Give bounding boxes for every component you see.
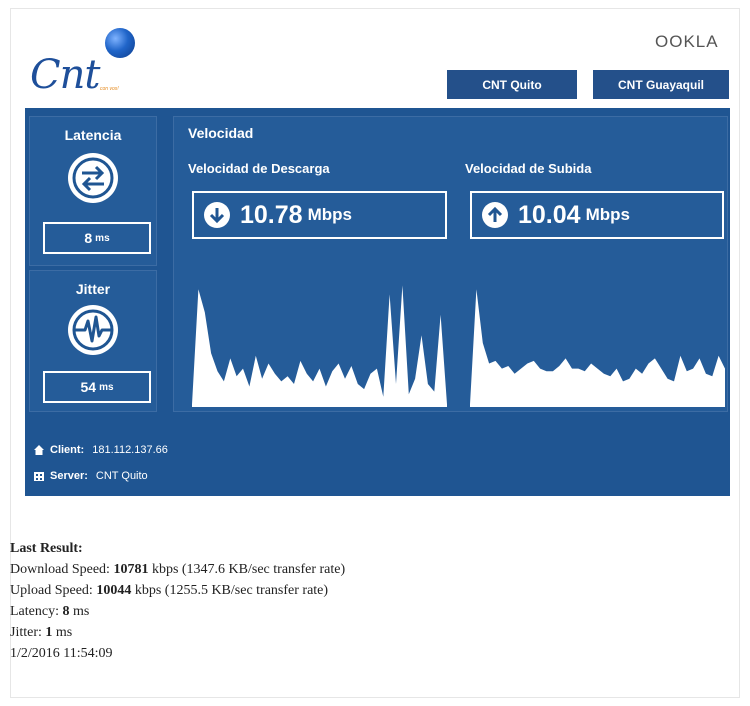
- latency-value-box: 8 ms: [43, 222, 151, 254]
- download-result-value: 10781: [113, 562, 149, 577]
- arrow-down-icon: [204, 202, 230, 228]
- server-building-icon: [34, 472, 44, 481]
- server-button-cnt-quito[interactable]: CNT Quito: [447, 70, 577, 99]
- jitter-box: Jitter 54 ms: [29, 270, 157, 412]
- latency-result-value: 8: [62, 604, 70, 619]
- last-result: Last Result: Download Speed: 10781 kbps …: [10, 538, 345, 664]
- latency-value: 8: [84, 230, 93, 246]
- download-result-rate: kbps (1347.6 KB/sec transfer rate): [151, 562, 346, 577]
- download-speed-box: 10.78 Mbps: [192, 191, 447, 239]
- ookla-brand: OOKLA: [655, 32, 719, 51]
- jitter-result-value: 1: [45, 625, 53, 640]
- download-result-label: Download Speed:: [10, 562, 110, 577]
- cnt-logo: Cnt con vos!: [30, 28, 140, 98]
- upload-graph-area: [470, 289, 725, 407]
- upload-result-value: 10044: [96, 583, 132, 598]
- upload-speed-unit: Mbps: [585, 205, 630, 224]
- result-timestamp: 1/2/2016 11:54:09: [10, 646, 113, 661]
- client-label: Client:: [50, 444, 85, 456]
- download-graph-area: [192, 285, 447, 407]
- jitter-result-label: Jitter:: [10, 625, 42, 640]
- jitter-title: Jitter: [75, 281, 111, 297]
- logo-tagline: con vos!: [100, 86, 119, 92]
- upload-title: Velocidad de Subida: [465, 161, 592, 176]
- latency-result-line: Latency: 8 ms: [10, 601, 345, 622]
- home-icon: [34, 445, 44, 455]
- server-label: Server:: [50, 470, 88, 482]
- arrow-up-icon: [482, 202, 508, 228]
- upload-result-rate: kbps (1255.5 KB/sec transfer rate): [134, 583, 329, 598]
- download-speed-value: 10.78: [240, 200, 303, 229]
- jitter-result-unit: ms: [55, 625, 73, 640]
- server-row: Server: CNT Quito: [33, 470, 148, 482]
- latency-box: Latencia 8 ms: [29, 116, 157, 266]
- upload-result-label: Upload Speed:: [10, 583, 93, 598]
- logo-globe-icon: [105, 28, 135, 58]
- jitter-value-box: 54 ms: [43, 371, 151, 403]
- latency-unit: ms: [95, 232, 110, 244]
- server-name: CNT Quito: [95, 470, 148, 482]
- download-title: Velocidad de Descarga: [188, 161, 330, 176]
- jitter-pulse-icon: [68, 305, 118, 355]
- latency-result-unit: ms: [72, 604, 90, 619]
- latency-result-label: Latency:: [10, 604, 59, 619]
- last-result-heading: Last Result:: [10, 541, 83, 556]
- server-button-cnt-guayaquil[interactable]: CNT Guayaquil: [593, 70, 729, 99]
- logo-text: Cnt: [30, 52, 100, 98]
- upload-speed-graph: [470, 289, 725, 407]
- jitter-value: 54: [80, 379, 97, 395]
- upload-result-line: Upload Speed: 10044 kbps (1255.5 KB/sec …: [10, 580, 345, 601]
- latency-title: Latencia: [64, 127, 122, 143]
- latency-arrows-icon: [68, 153, 118, 203]
- upload-speed-value: 10.04: [518, 200, 581, 229]
- download-speed-unit: Mbps: [307, 205, 352, 224]
- download-speed-graph: [192, 285, 447, 407]
- client-row: Client: 181.112.137.66: [33, 444, 168, 456]
- speedtest-panel: Latencia 8 ms Jitter 54 ms Velocidad Vel…: [25, 108, 730, 496]
- jitter-result-line: Jitter: 1 ms: [10, 622, 345, 643]
- upload-speed-box: 10.04 Mbps: [470, 191, 724, 239]
- download-result-line: Download Speed: 10781 kbps (1347.6 KB/se…: [10, 559, 345, 580]
- jitter-unit: ms: [99, 381, 114, 393]
- client-ip: 181.112.137.66: [92, 444, 168, 456]
- velocity-title: Velocidad: [188, 125, 254, 141]
- velocity-box: Velocidad Velocidad de Descarga Velocida…: [173, 116, 728, 412]
